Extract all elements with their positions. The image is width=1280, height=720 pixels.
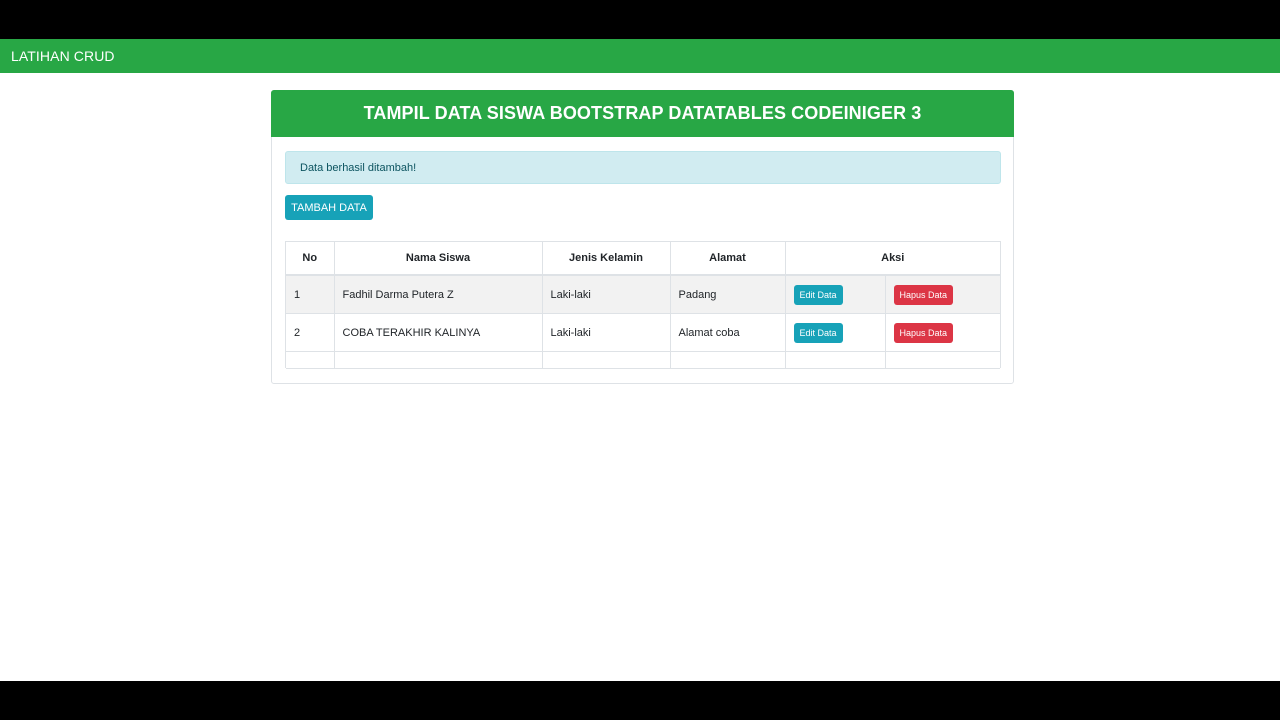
cell-alamat: Padang — [670, 275, 786, 314]
edit-data-button[interactable]: Edit Data — [793, 284, 843, 305]
cell-nama-siswa: COBA TERAKHIR KALINYA — [334, 313, 543, 352]
card-title: TAMPIL DATA SISWA BOOTSTRAP DATATABLES C… — [363, 103, 922, 123]
student-table-wrapper: No Nama Siswa Jenis Kelamin Alamat Aksi … — [285, 241, 1001, 369]
browser-viewport: LATIHAN CRUD TAMPIL DATA SISWA BOOTSTRAP… — [0, 39, 1280, 681]
column-header-alamat[interactable]: Alamat — [670, 242, 786, 276]
student-table: No Nama Siswa Jenis Kelamin Alamat Aksi … — [286, 242, 1000, 369]
cell-no: 2 — [286, 313, 335, 352]
empty-table-row — [286, 351, 1000, 369]
navbar-brand[interactable]: LATIHAN CRUD — [11, 48, 115, 64]
data-card: TAMPIL DATA SISWA BOOTSTRAP DATATABLES C… — [271, 90, 1014, 384]
success-alert: Data berhasil ditambah! — [285, 151, 1001, 184]
cell-alamat: Alamat coba — [670, 313, 786, 352]
card-header: TAMPIL DATA SISWA BOOTSTRAP DATATABLES C… — [271, 90, 1014, 137]
cell-nama-siswa: Fadhil Darma Putera Z — [334, 275, 543, 314]
cell-aksi: Edit Data Hapus Data — [785, 275, 1000, 314]
add-data-button[interactable]: TAMBAH DATA — [285, 195, 373, 220]
letterbox-top — [0, 0, 1280, 39]
edit-data-button[interactable]: Edit Data — [793, 322, 843, 343]
alert-message: Data berhasil ditambah! — [300, 161, 417, 174]
cell-jenis-kelamin: Laki-laki — [542, 313, 671, 352]
table-header-row: No Nama Siswa Jenis Kelamin Alamat Aksi — [286, 242, 1000, 276]
column-header-aksi: Aksi — [785, 242, 1000, 276]
empty-cell — [670, 351, 786, 369]
navbar: LATIHAN CRUD — [0, 39, 1280, 73]
column-header-jenis-kelamin[interactable]: Jenis Kelamin — [542, 242, 671, 276]
delete-data-button[interactable]: Hapus Data — [893, 322, 954, 343]
column-header-nama-siswa[interactable]: Nama Siswa — [334, 242, 543, 276]
empty-cell — [334, 351, 543, 369]
delete-data-button[interactable]: Hapus Data — [893, 284, 954, 305]
empty-cell — [286, 351, 335, 369]
cell-jenis-kelamin: Laki-laki — [542, 275, 671, 314]
column-header-no[interactable]: No — [286, 242, 335, 276]
cell-aksi: Edit Data Hapus Data — [785, 313, 1000, 352]
cell-no: 1 — [286, 275, 335, 314]
empty-cell — [542, 351, 671, 369]
table-row: 2 COBA TERAKHIR KALINYA Laki-laki Alamat… — [286, 313, 1000, 352]
letterbox-bottom — [0, 681, 1280, 720]
empty-cell — [785, 351, 1000, 369]
table-row: 1 Fadhil Darma Putera Z Laki-laki Padang… — [286, 275, 1000, 314]
